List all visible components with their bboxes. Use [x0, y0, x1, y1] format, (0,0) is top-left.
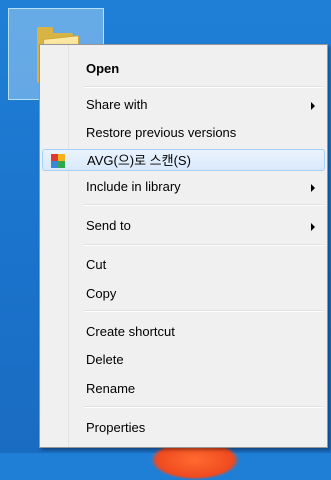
menu-item-label: Send to	[86, 218, 131, 233]
menu-separator	[84, 86, 323, 88]
menu-item-rename[interactable]: Rename	[42, 378, 325, 400]
menu-item-label: Rename	[86, 381, 136, 396]
menu-item-avg-scan[interactable]: AVG(으)로 스캔(S)	[42, 149, 325, 171]
avg-icon	[51, 154, 65, 168]
menu-separator	[84, 244, 323, 246]
menu-item-send-to[interactable]: Send to	[42, 215, 325, 237]
menu-item-copy[interactable]: Copy	[42, 283, 325, 305]
menu-item-label: Create shortcut	[86, 324, 175, 339]
submenu-arrow-icon	[311, 184, 315, 192]
menu-item-label: Delete	[86, 352, 124, 367]
context-menu: Open Share with Restore previous version…	[39, 44, 328, 448]
menu-item-create-shortcut[interactable]: Create shortcut	[42, 321, 325, 343]
menu-item-share-with[interactable]: Share with	[42, 94, 325, 116]
menu-item-label: Share with	[86, 97, 148, 112]
menu-item-label: Restore previous versions	[86, 125, 237, 140]
menu-item-label: Properties	[86, 420, 146, 435]
menu-item-cut[interactable]: Cut	[42, 254, 325, 276]
submenu-arrow-icon	[311, 102, 315, 110]
menu-separator	[84, 406, 323, 408]
menu-separator	[84, 310, 323, 312]
submenu-arrow-icon	[311, 223, 315, 231]
menu-item-label: Cut	[86, 257, 107, 272]
menu-item-include-in-library[interactable]: Include in library	[42, 176, 325, 198]
menu-item-label: Open	[86, 61, 120, 76]
menu-item-properties[interactable]: Properties	[42, 417, 325, 439]
menu-item-delete[interactable]: Delete	[42, 349, 325, 371]
menu-item-open[interactable]: Open	[42, 58, 325, 80]
menu-separator	[84, 204, 323, 206]
menu-item-label: Copy	[86, 286, 117, 301]
menu-item-label: Include in library	[86, 179, 181, 194]
menu-item-restore-previous-versions[interactable]: Restore previous versions	[42, 122, 325, 144]
menu-item-label: AVG(으)로 스캔(S)	[87, 153, 191, 168]
